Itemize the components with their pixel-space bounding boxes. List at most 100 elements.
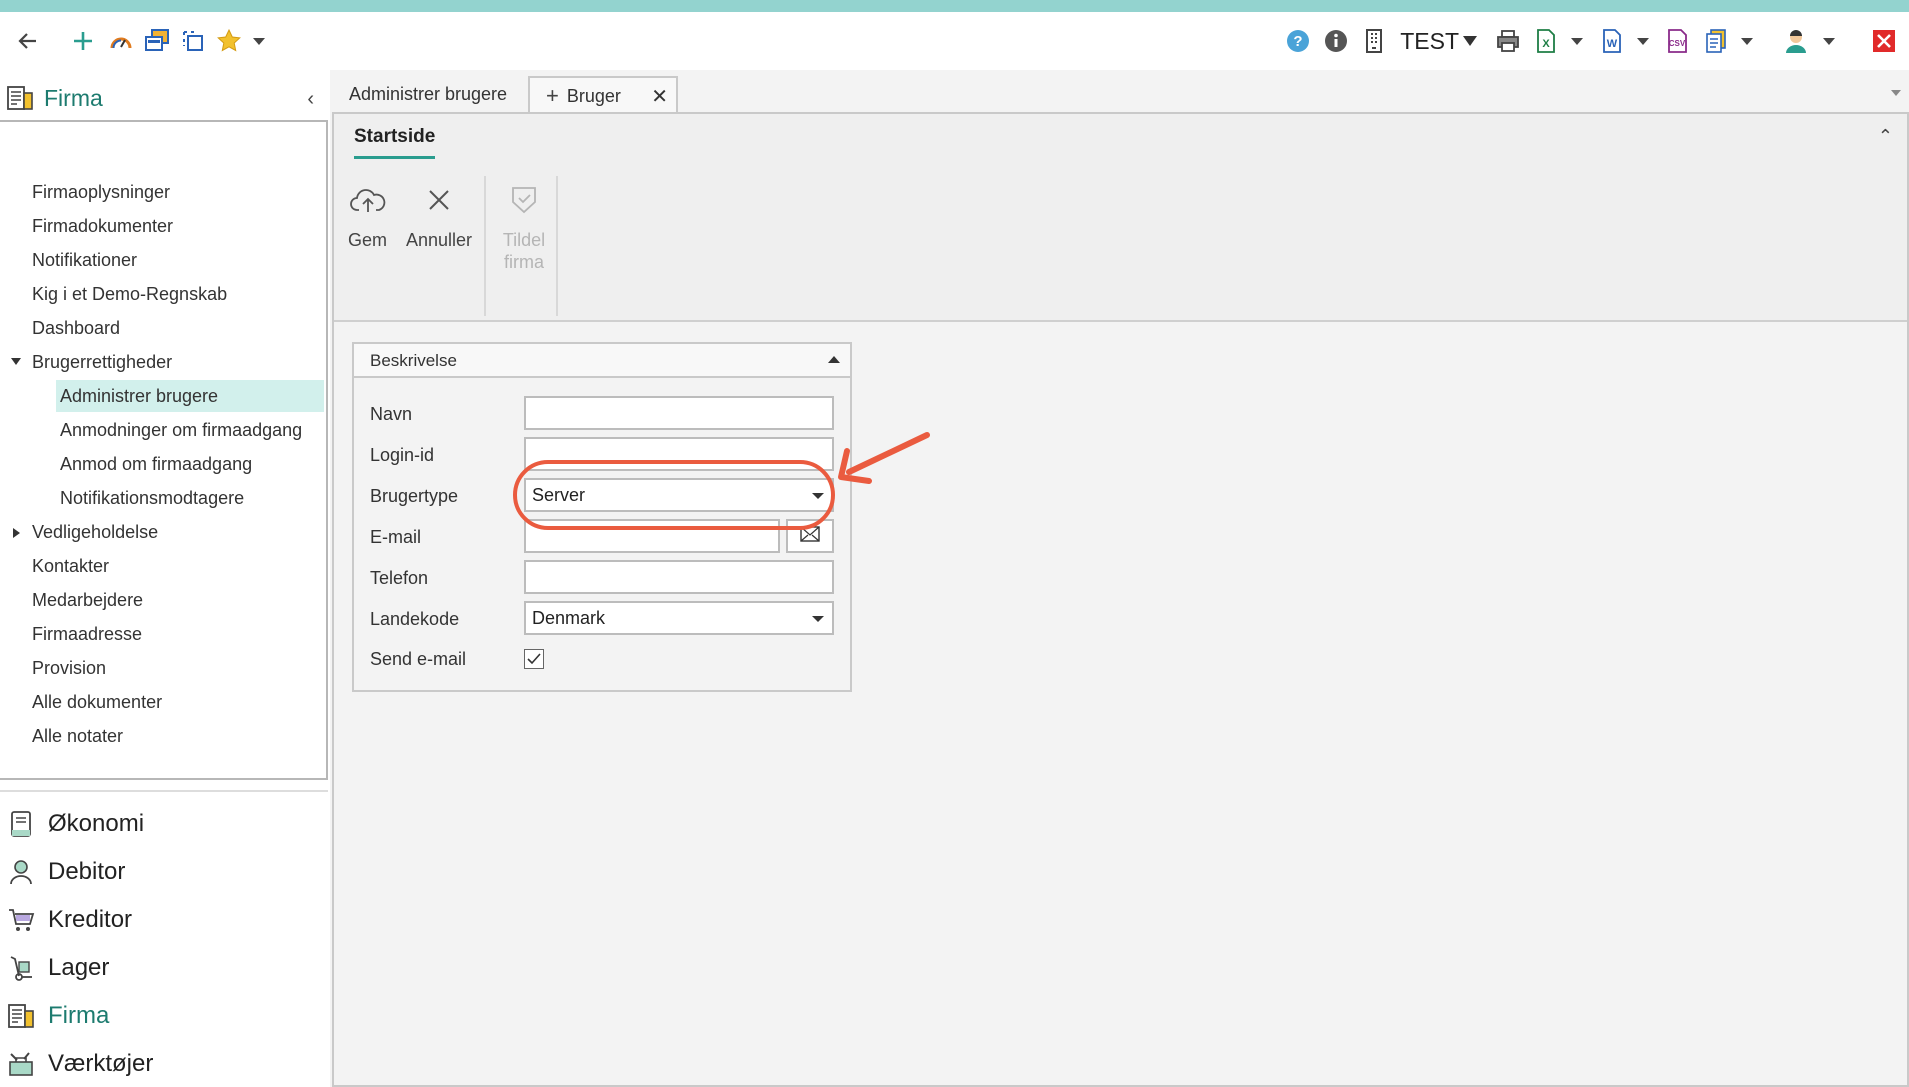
help-icon[interactable]: ? bbox=[1282, 23, 1314, 59]
ribbon-separator bbox=[484, 176, 486, 316]
excel-icon[interactable]: X bbox=[1531, 23, 1561, 59]
brugertype-value: Server bbox=[532, 484, 586, 505]
send-email-checkbox[interactable] bbox=[524, 649, 544, 669]
csv-icon[interactable]: CSV bbox=[1663, 23, 1693, 59]
tree-item-firmadokumenter[interactable]: Firmadokumenter bbox=[32, 210, 173, 242]
document-dropdown-caret[interactable] bbox=[1737, 23, 1757, 59]
send-email-label: Send e-mail bbox=[370, 649, 467, 669]
email-field[interactable] bbox=[524, 519, 780, 553]
tab-overflow-caret[interactable] bbox=[1891, 90, 1901, 96]
back-arrow-icon[interactable] bbox=[10, 23, 46, 59]
tree-item-firmaadresse[interactable]: Firmaadresse bbox=[32, 618, 142, 650]
company-selector-label: TEST bbox=[1400, 27, 1459, 54]
tab-administrer-brugere[interactable]: Administrer brugere bbox=[340, 76, 520, 112]
brugertype-label: Brugertype bbox=[370, 486, 459, 506]
tree-item-vedligeholdelse[interactable]: Vedligeholdelse bbox=[32, 516, 158, 548]
company-selector[interactable]: TEST bbox=[1400, 28, 1477, 55]
module-vaerktojer[interactable]: Værktøjer bbox=[0, 1041, 330, 1087]
tree-item-administrer-brugere[interactable]: Administrer brugere bbox=[56, 380, 324, 412]
close-window-icon[interactable] bbox=[1869, 23, 1899, 59]
word-dropdown-caret[interactable] bbox=[1633, 23, 1653, 59]
nav-divider bbox=[0, 790, 328, 792]
telefon-input[interactable] bbox=[524, 560, 834, 594]
close-tab-icon[interactable]: ✕ bbox=[651, 84, 668, 109]
excel-dropdown-caret[interactable] bbox=[1567, 23, 1587, 59]
firma-module-icon bbox=[6, 1001, 36, 1031]
tab-label: Administrer brugere bbox=[349, 83, 508, 104]
info-icon[interactable] bbox=[1320, 23, 1352, 59]
tree-item-demo-regnskab[interactable]: Kig i et Demo-Regnskab bbox=[32, 278, 227, 310]
login-label: Login-id bbox=[370, 445, 435, 465]
plus-icon: + bbox=[546, 83, 559, 108]
description-group: Beskrivelse Navn Login-id Brugertype Ser… bbox=[352, 342, 852, 692]
tree-item-anmod-firmaadgang[interactable]: Anmod om firmaadgang bbox=[60, 448, 252, 480]
group-header: Beskrivelse bbox=[354, 344, 850, 378]
copy-icon[interactable] bbox=[178, 23, 208, 59]
module-label: Firma bbox=[48, 1002, 110, 1029]
word-icon[interactable]: W bbox=[1597, 23, 1627, 59]
expanded-arrow-icon[interactable] bbox=[11, 358, 21, 365]
svg-text:W: W bbox=[1607, 38, 1618, 50]
module-kreditor[interactable]: Kreditor bbox=[0, 897, 330, 943]
chevron-up-icon[interactable] bbox=[828, 356, 840, 363]
document-tabbar: Administrer brugere + Bruger ✕ bbox=[330, 70, 1909, 114]
module-firma[interactable]: Firma bbox=[0, 993, 330, 1039]
nav-panel-title: Firma bbox=[44, 84, 103, 111]
save-button-label: Gem bbox=[348, 230, 388, 250]
module-debitor[interactable]: Debitor bbox=[0, 849, 330, 895]
collapse-panel-icon[interactable]: ‹ bbox=[307, 88, 314, 111]
module-okonomi[interactable]: Økonomi bbox=[0, 801, 330, 847]
firma-module-icon bbox=[6, 85, 34, 111]
building-icon[interactable] bbox=[1358, 23, 1390, 59]
person-icon bbox=[6, 857, 36, 887]
module-label: Økonomi bbox=[48, 810, 145, 837]
tree-item-alle-notater[interactable]: Alle notater bbox=[32, 720, 123, 752]
top-accent-strip bbox=[0, 0, 1909, 12]
tree-item-kontakter[interactable]: Kontakter bbox=[32, 550, 109, 582]
checkmark-icon bbox=[527, 653, 541, 665]
cloud-upload-icon bbox=[349, 184, 387, 221]
tree-item-dashboard[interactable]: Dashboard bbox=[32, 312, 120, 344]
windows-icon[interactable] bbox=[142, 23, 172, 59]
tree-item-brugerrettigheder[interactable]: Brugerrettigheder bbox=[32, 346, 172, 378]
tree-item-alle-dokumenter[interactable]: Alle dokumenter bbox=[32, 686, 162, 718]
tree-item-notifikationer[interactable]: Notifikationer bbox=[32, 244, 137, 276]
star-icon[interactable] bbox=[214, 23, 244, 59]
user-dropdown-caret[interactable] bbox=[1819, 23, 1839, 59]
module-lager[interactable]: Lager bbox=[0, 945, 330, 991]
email-label: E-mail bbox=[370, 527, 422, 547]
tree-item-firmaoplysninger[interactable]: Firmaoplysninger bbox=[32, 176, 170, 208]
collapse-ribbon-icon[interactable]: ⌃ bbox=[1878, 126, 1893, 147]
dashboard-gauge-icon[interactable] bbox=[106, 23, 136, 59]
cancel-button[interactable]: Annuller bbox=[406, 184, 472, 251]
brugertype-select[interactable]: Server bbox=[524, 478, 834, 512]
tree-item-medarbejdere[interactable]: Medarbejdere bbox=[32, 584, 143, 616]
landekode-select[interactable]: Denmark bbox=[524, 601, 834, 635]
toolbox-icon bbox=[6, 1049, 36, 1079]
annotation-arrow-icon bbox=[838, 432, 930, 484]
document-icon[interactable] bbox=[1701, 23, 1731, 59]
favorites-dropdown-caret[interactable] bbox=[250, 23, 268, 59]
module-label: Kreditor bbox=[48, 906, 133, 933]
tree-item-provision[interactable]: Provision bbox=[32, 652, 106, 684]
collapsed-arrow-icon[interactable] bbox=[13, 528, 20, 538]
close-icon bbox=[423, 184, 455, 221]
tree-item-notifikationsmodtagere[interactable]: Notifikationsmodtagere bbox=[60, 482, 244, 514]
chevron-down-icon bbox=[812, 493, 824, 499]
shield-check-icon bbox=[509, 184, 539, 221]
tree-item-anmodninger[interactable]: Anmodninger om firmaadgang bbox=[60, 414, 302, 446]
save-button[interactable]: Gem bbox=[348, 184, 387, 251]
telefon-label: Telefon bbox=[370, 568, 429, 588]
send-email-button[interactable] bbox=[786, 519, 834, 553]
printer-icon[interactable] bbox=[1491, 23, 1525, 59]
assign-company-button[interactable]: Tildel firma bbox=[500, 184, 548, 273]
tab-bruger[interactable]: + Bruger ✕ bbox=[528, 76, 678, 114]
envelope-icon bbox=[800, 525, 820, 547]
login-id-input[interactable] bbox=[524, 437, 834, 471]
ribbon-tab-startside[interactable]: Startside bbox=[354, 126, 436, 159]
navn-input[interactable] bbox=[524, 396, 834, 430]
navn-label: Navn bbox=[370, 404, 413, 424]
user-avatar-icon[interactable] bbox=[1779, 23, 1813, 59]
svg-text:?: ? bbox=[1294, 33, 1303, 50]
plus-icon[interactable] bbox=[68, 23, 98, 59]
